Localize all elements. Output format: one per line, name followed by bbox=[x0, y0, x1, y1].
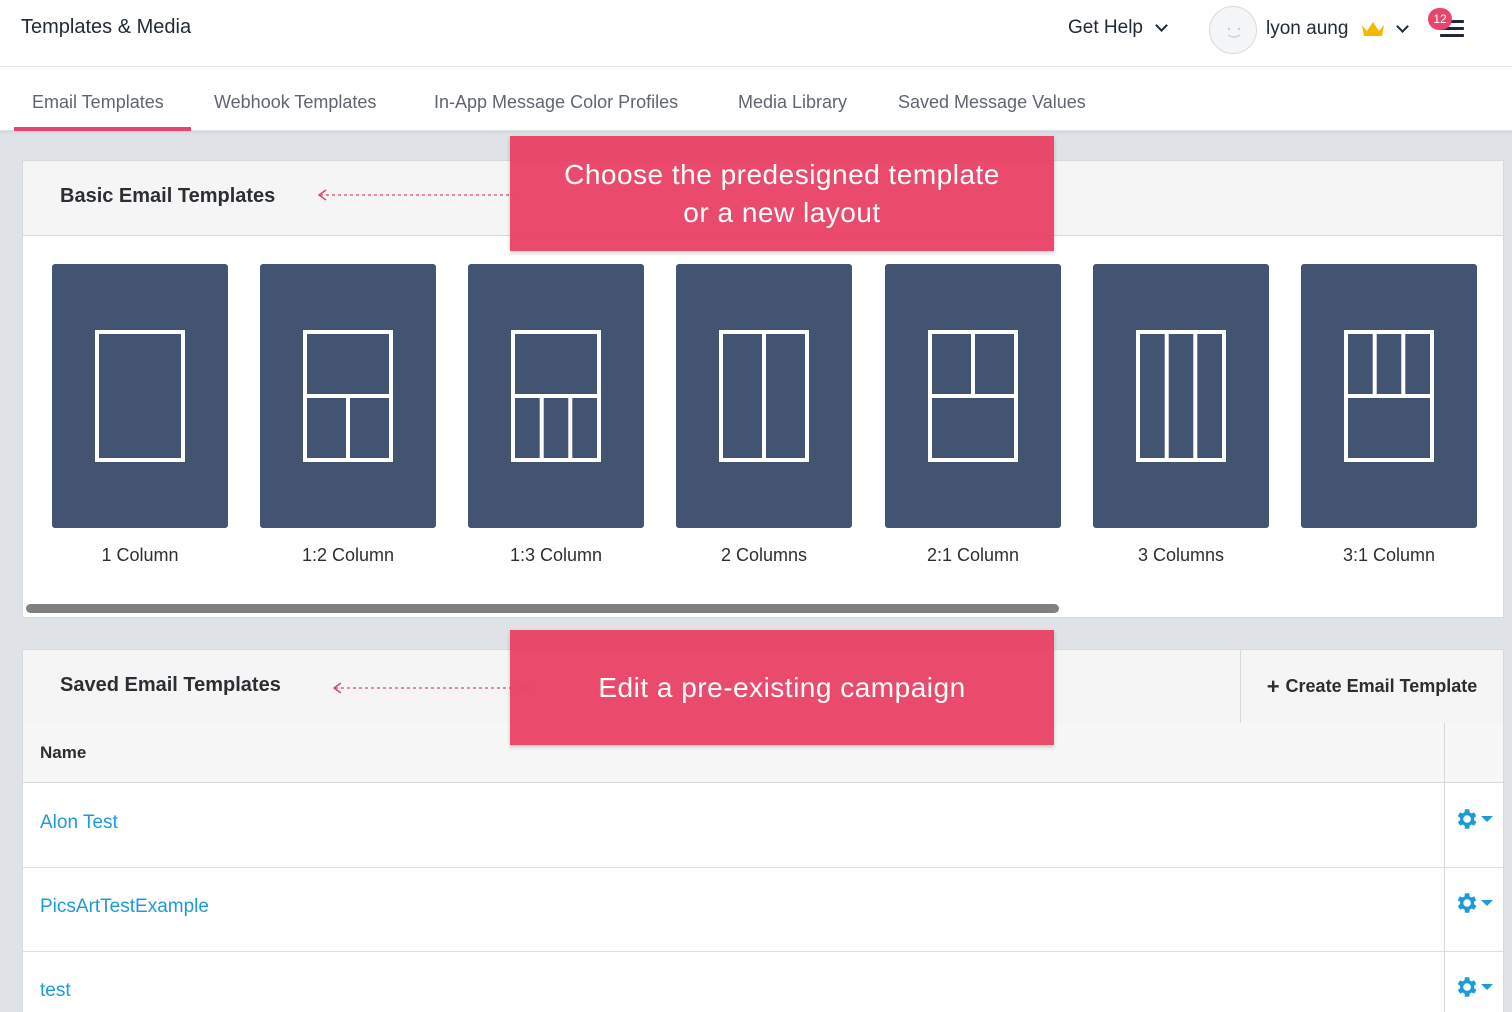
template-label: 2 Columns bbox=[720, 545, 808, 565]
table-row: Alon Test bbox=[23, 784, 1503, 868]
user-menu[interactable]: lyon aung bbox=[1266, 18, 1410, 40]
layout-1-2-column-icon bbox=[303, 330, 393, 462]
gear-icon bbox=[1457, 893, 1477, 913]
callout-edit-campaign: Edit a pre-existing campaign bbox=[510, 630, 1054, 745]
layout-1-3-column-icon bbox=[511, 330, 601, 462]
template-label: 3 Columns bbox=[1137, 545, 1225, 565]
arrow-left-icon bbox=[317, 189, 514, 201]
get-help-label: Get Help bbox=[1068, 17, 1143, 38]
caret-down-icon bbox=[1481, 984, 1493, 990]
table-row: PicsArtTestExample bbox=[23, 868, 1503, 952]
smiley-icon bbox=[1227, 27, 1241, 38]
template-link[interactable]: PicsArtTestExample bbox=[40, 896, 209, 918]
create-email-template-button[interactable]: + Create Email Template bbox=[1240, 650, 1503, 723]
row-actions-dropdown[interactable] bbox=[1453, 974, 1493, 1000]
horizontal-scrollbar[interactable] bbox=[26, 604, 1059, 613]
template-card-1-3-column[interactable] bbox=[468, 264, 644, 528]
template-card-2-1-column[interactable] bbox=[885, 264, 1061, 528]
arrow-left-icon bbox=[332, 682, 534, 694]
tab-webhook-templates[interactable]: Webhook Templates bbox=[214, 92, 376, 113]
plus-icon: + bbox=[1266, 673, 1280, 699]
notification-badge: 12 bbox=[1428, 8, 1452, 30]
caret-down-icon bbox=[1481, 816, 1493, 822]
layout-3-1-column-icon bbox=[1344, 330, 1434, 462]
user-name: lyon aung bbox=[1266, 18, 1349, 39]
layout-1-column-icon bbox=[95, 330, 185, 462]
page-title: Templates & Media bbox=[21, 16, 192, 38]
template-label: 2:1 Column bbox=[926, 545, 1020, 565]
top-bar: Templates & Media Get Help lyon aung 12 bbox=[0, 0, 1512, 67]
tab-email-templates[interactable]: Email Templates bbox=[32, 92, 164, 113]
template-card-1-2-column[interactable] bbox=[260, 264, 436, 528]
chevron-down-icon bbox=[1396, 20, 1410, 33]
gear-icon bbox=[1457, 809, 1477, 829]
gear-icon bbox=[1457, 977, 1477, 997]
create-email-template-label: Create Email Template bbox=[1285, 676, 1478, 696]
row-actions-dropdown[interactable] bbox=[1453, 890, 1493, 916]
get-help-menu[interactable]: Get Help bbox=[1068, 17, 1168, 39]
tab-in-app-message-color-profiles[interactable]: In-App Message Color Profiles bbox=[434, 92, 678, 113]
template-label: 1:2 Column bbox=[301, 545, 395, 565]
template-card-2-columns[interactable] bbox=[676, 264, 852, 528]
template-label: 1:3 Column bbox=[509, 545, 603, 565]
layout-2-1-column-icon bbox=[928, 330, 1018, 462]
chevron-down-icon bbox=[1155, 19, 1168, 32]
basic-templates-title: Basic Email Templates bbox=[60, 185, 276, 207]
template-card-1-column[interactable] bbox=[52, 264, 228, 528]
template-card-3-columns[interactable] bbox=[1093, 264, 1269, 528]
active-tab-indicator bbox=[14, 127, 191, 131]
layout-3-columns-icon bbox=[1136, 330, 1226, 462]
tab-bar: Email Templates Webhook Templates In-App… bbox=[0, 67, 1512, 131]
template-label: 1 Column bbox=[101, 545, 179, 565]
template-label: 3:1 Column bbox=[1342, 545, 1436, 565]
saved-templates-title: Saved Email Templates bbox=[60, 674, 281, 696]
caret-down-icon bbox=[1481, 900, 1493, 906]
table-row: test bbox=[23, 952, 1503, 1012]
template-link[interactable]: Alon Test bbox=[40, 812, 118, 834]
column-divider bbox=[1444, 723, 1445, 1012]
layout-2-columns-icon bbox=[719, 330, 809, 462]
template-link[interactable]: test bbox=[40, 980, 71, 1002]
row-actions-dropdown[interactable] bbox=[1453, 806, 1493, 832]
column-header-name[interactable]: Name bbox=[40, 743, 86, 763]
avatar[interactable] bbox=[1209, 6, 1257, 54]
tab-saved-message-values[interactable]: Saved Message Values bbox=[898, 92, 1086, 113]
crown-icon bbox=[1362, 22, 1385, 36]
callout-choose-template: Choose the predesigned template or a new… bbox=[510, 136, 1054, 251]
template-card-3-1-column[interactable] bbox=[1301, 264, 1477, 528]
tab-media-library[interactable]: Media Library bbox=[738, 92, 847, 113]
